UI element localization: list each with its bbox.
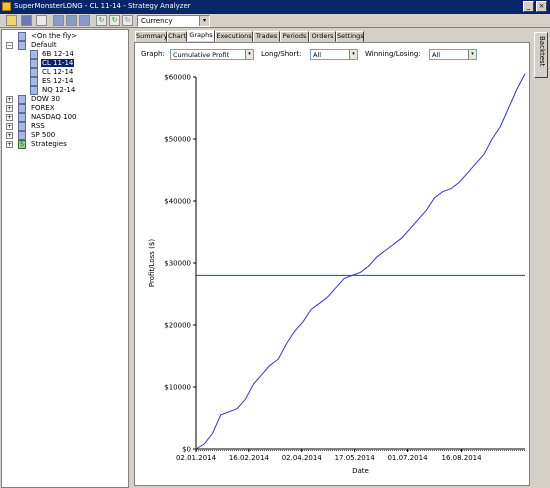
refresh-all-icon[interactable]: ↻ [109, 15, 120, 26]
tab-periods[interactable]: Periods [280, 31, 309, 42]
grid-icon[interactable] [53, 15, 64, 26]
series-line [195, 73, 526, 450]
list-icon [30, 77, 38, 86]
collapse-icon[interactable]: − [6, 42, 13, 49]
expand-icon[interactable]: + [6, 105, 13, 112]
tree-item-label: FOREX [31, 104, 55, 112]
chevron-down-icon[interactable]: ▾ [468, 50, 476, 59]
tree-item-label: Default [31, 41, 57, 49]
refresh-icon[interactable]: ↻ [96, 15, 107, 26]
list-icon [18, 41, 26, 50]
x-tick-label: 01.07.2014 [387, 454, 428, 462]
y-tick-label: $40000 [164, 198, 191, 206]
right-sidebar: Backtest [532, 29, 550, 488]
copy-icon[interactable] [36, 15, 47, 26]
x-tick-label: 16.08.2014 [442, 454, 483, 462]
chevron-down-icon[interactable]: ▾ [199, 16, 209, 26]
tree-item-label: Strategies [31, 140, 67, 148]
x-tick-label: 02.04.2014 [282, 454, 323, 462]
view-select[interactable]: Currency ▾ [137, 15, 210, 27]
list-icon [18, 113, 26, 122]
tree-item-label: SP 500 [31, 131, 56, 139]
x-tick-label: 16.02.2014 [229, 454, 270, 462]
y-tick-label: $20000 [164, 322, 191, 330]
view-select-value: Currency [141, 17, 173, 25]
tab-backtest[interactable]: Backtest [534, 32, 548, 78]
tab-orders[interactable]: Orders [309, 31, 336, 42]
tab-graphs[interactable]: Graphs [187, 30, 215, 42]
x-tick-label: 17.05.2014 [335, 454, 376, 462]
y-tick-label: $0 [182, 446, 191, 454]
y-tick-label: $60000 [164, 74, 191, 82]
minimize-button[interactable]: _ [523, 1, 534, 12]
list-icon [30, 50, 38, 59]
expand-icon[interactable]: + [6, 123, 13, 130]
tab-chart[interactable]: Chart [167, 31, 187, 42]
x-tick-label: 02.01.2014 [176, 454, 217, 462]
tree-item-label: 6B 12-14 [42, 50, 74, 58]
tab-trades[interactable]: Trades [253, 31, 280, 42]
tree-item-label: NQ 12-14 [42, 86, 76, 94]
graph-label: Graph: [141, 50, 165, 58]
save-icon[interactable] [21, 15, 32, 26]
x-axis-title: Date [352, 467, 369, 475]
y-tick-label: $10000 [164, 384, 191, 392]
chevron-down-icon[interactable]: ▾ [245, 50, 253, 59]
chart-svg: $0 $10000 $20000 $30000 $40000 $50000 $60000 02… [148, 73, 526, 475]
y-axis-title: Profit/Loss ($) [148, 239, 156, 287]
side-tab-label: Backtest [538, 36, 546, 67]
window-title: SuperMonsterLONG - CL 11-14 - Strategy A… [14, 2, 191, 10]
expand-icon[interactable]: + [6, 96, 13, 103]
reload-icon[interactable]: ↻ [122, 15, 133, 26]
expand-icon[interactable]: + [6, 141, 13, 148]
list-icon [18, 32, 26, 41]
tab-executions[interactable]: Executions [215, 31, 253, 42]
long-short-label: Long/Short: [261, 50, 302, 58]
tree-item-label: RSS [31, 122, 45, 130]
open-folder-icon[interactable] [6, 15, 17, 26]
list-icon [30, 68, 38, 77]
list-icon [18, 122, 26, 131]
long-short-select[interactable]: All ▾ [310, 49, 358, 60]
tree-item-label: ES 12-14 [42, 77, 74, 85]
cumulative-profit-chart: $0 $10000 $20000 $30000 $40000 $50000 $60000 02… [136, 62, 528, 480]
tree-item-label: CL 12-14 [42, 68, 74, 76]
list-icon [18, 95, 26, 104]
grid-icon[interactable] [66, 15, 77, 26]
pane-splitter[interactable] [130, 29, 133, 488]
tree-item-label: <On the fly> [31, 32, 78, 40]
app-icon [2, 2, 11, 11]
tree-item-label: NASDAQ 100 [31, 113, 77, 121]
instrument-tree: <On the fly> − Default 6B 12-14 CL 11-14… [1, 29, 129, 488]
tab-settings[interactable]: Settings [336, 31, 364, 42]
grid-icon[interactable] [79, 15, 90, 26]
strategy-icon: S [18, 140, 26, 149]
y-tick-label: $30000 [164, 260, 191, 268]
winning-losing-select[interactable]: All ▾ [429, 49, 477, 60]
list-icon [18, 131, 26, 140]
graph-select[interactable]: Cumulative Profit ▾ [170, 49, 254, 60]
list-icon [30, 86, 38, 95]
winning-losing-label: Winning/Losing: [365, 50, 421, 58]
list-icon [18, 104, 26, 113]
tab-summary[interactable]: Summary [135, 31, 167, 42]
chevron-down-icon[interactable]: ▾ [349, 50, 357, 59]
tree-item-label: CL 11-14 [41, 59, 75, 67]
graph-select-value: Cumulative Profit [173, 51, 230, 59]
expand-icon[interactable]: + [6, 132, 13, 139]
expand-icon[interactable]: + [6, 114, 13, 121]
title-bar: SuperMonsterLONG - CL 11-14 - Strategy A… [0, 0, 550, 14]
close-button[interactable]: × [536, 1, 547, 12]
tree-item-label: DOW 30 [31, 95, 60, 103]
tree-item-group[interactable]: + S Strategies [6, 140, 126, 150]
toolbar: ↻ ↻ ↻ Currency ▾ [0, 14, 550, 28]
long-short-select-value: All [313, 51, 322, 59]
winning-losing-select-value: All [432, 51, 441, 59]
y-tick-label: $50000 [164, 136, 191, 144]
list-icon [30, 59, 38, 68]
